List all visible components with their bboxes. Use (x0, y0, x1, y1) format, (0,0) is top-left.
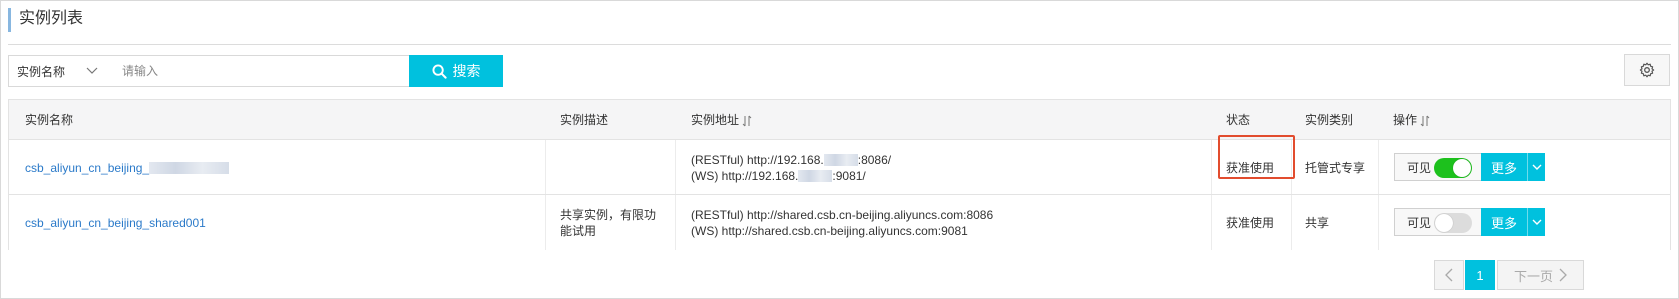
redacted-mask (149, 161, 230, 174)
instance-address: (RESTful) http://shared.csb.cn-beijing.a… (691, 195, 993, 250)
table-row: csb_aliyun_cn_beijing_shared001 共享实例，有限功… (9, 195, 1670, 250)
header-name: 实例名称 (25, 113, 74, 127)
search-field-select[interactable]: 实例名称 (8, 55, 109, 87)
pagination-next-button[interactable]: 下一页 (1497, 260, 1584, 290)
visible-toggle-label: 可见 (1407, 160, 1432, 175)
instance-description-text: 共享实例，有限功能试用 (560, 207, 657, 238)
instance-status: 获准使用 (1226, 216, 1275, 230)
instance-name-link[interactable]: csb_aliyun_cn_beijing_ (25, 140, 230, 195)
settings-button[interactable] (1624, 54, 1670, 86)
header-address-label: 实例地址 (691, 113, 740, 127)
address-restful-port: :8086/ (857, 152, 892, 167)
visible-switch-off[interactable] (1434, 213, 1472, 233)
visible-toggle-label: 可见 (1407, 215, 1432, 230)
table-row: csb_aliyun_cn_beijing_ (RESTful) http://… (9, 140, 1670, 195)
header-type: 实例类别 (1305, 113, 1354, 127)
pagination-page-current[interactable]: 1 (1465, 260, 1495, 290)
chevron-down-icon (1528, 218, 1545, 226)
address-ws: (WS) http://192.168. (691, 168, 799, 183)
gear-icon (1639, 62, 1655, 78)
header-actions-label: 操作 (1393, 113, 1418, 127)
chevron-left-icon (1445, 268, 1453, 282)
chevron-down-icon (86, 67, 98, 74)
instance-address: (RESTful) http://192.168. :8086/ (WS) htt… (691, 140, 891, 195)
header-address[interactable]: 实例地址 (691, 100, 752, 140)
page-title: 实例列表 (8, 8, 83, 32)
header-status: 状态 (1226, 113, 1251, 127)
search-button-label: 搜索 (452, 63, 481, 79)
header-divider (8, 44, 1671, 45)
pagination-next-label: 下一页 (1513, 268, 1553, 284)
pagination-prev-button[interactable] (1434, 260, 1464, 290)
redacted-mask (798, 170, 833, 183)
address-restful: (RESTful) http://shared.csb.cn-beijing.a… (691, 207, 994, 222)
chevron-right-icon (1559, 268, 1567, 282)
more-button-label: 更多 (1490, 160, 1517, 176)
address-ws: (WS) http://shared.csb.cn-beijing.aliyun… (691, 223, 968, 238)
address-restful: (RESTful) http://192.168. (691, 152, 824, 167)
instance-type: 共享 (1305, 216, 1330, 230)
search-field-select-value: 实例名称 (17, 64, 66, 79)
instance-table: 实例名称 实例描述 实例地址 状态 实例类别 操作 csb_aliyun_cn_… (8, 99, 1671, 250)
status-highlight-box (1218, 135, 1295, 179)
address-ws-port: :9081/ (832, 168, 866, 183)
instance-type: 托管式专享 (1305, 161, 1366, 175)
more-button-label: 更多 (1490, 215, 1517, 231)
instance-description: 共享实例，有限功能试用 (560, 195, 660, 250)
header-description: 实例描述 (560, 113, 609, 127)
sort-icon (742, 115, 752, 127)
visible-toggle[interactable]: 可见 (1394, 208, 1485, 236)
visible-switch-on[interactable] (1434, 158, 1472, 178)
sort-icon (1420, 115, 1430, 127)
instance-name-link[interactable]: csb_aliyun_cn_beijing_shared001 (25, 195, 206, 250)
search-icon (431, 63, 447, 79)
search-button[interactable]: 搜索 (409, 55, 503, 87)
instance-name-text: csb_aliyun_cn_beijing_ (25, 160, 150, 175)
redacted-mask (823, 154, 858, 167)
more-button[interactable]: 更多 (1481, 153, 1545, 181)
header-actions[interactable]: 操作 (1393, 100, 1430, 140)
more-button[interactable]: 更多 (1481, 208, 1545, 236)
visible-toggle[interactable]: 可见 (1394, 153, 1485, 181)
table-header: 实例名称 实例描述 实例地址 状态 实例类别 操作 (9, 100, 1670, 140)
chevron-down-icon (1528, 163, 1545, 171)
search-input[interactable] (108, 55, 410, 87)
